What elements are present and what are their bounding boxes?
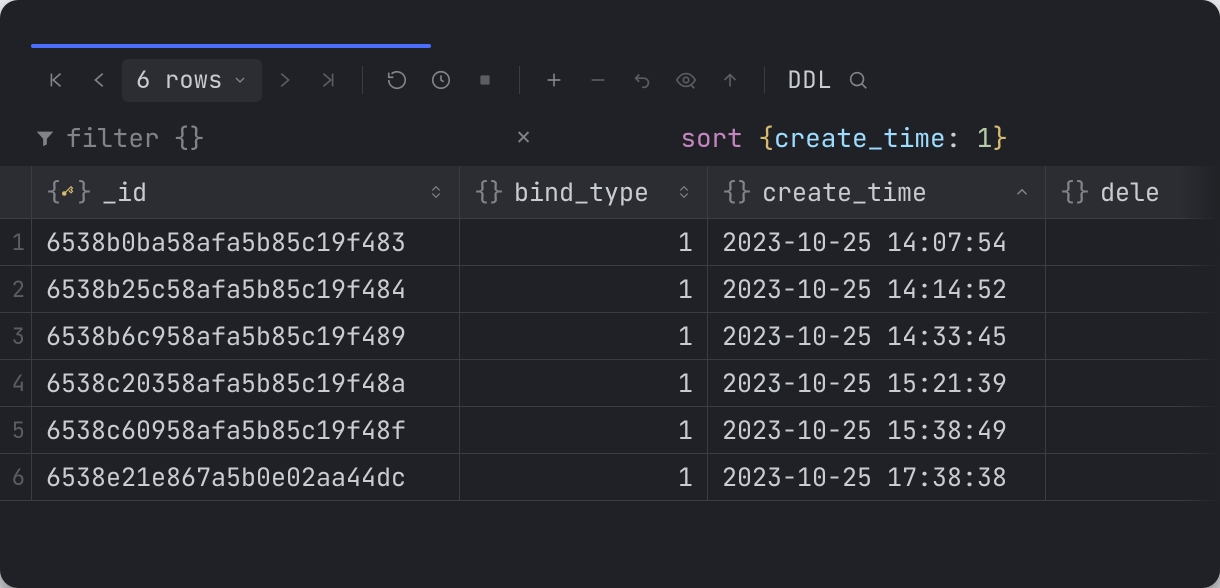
cell-delete[interactable] xyxy=(1046,360,1220,407)
sort-value: 1 xyxy=(977,120,993,155)
cell-id[interactable]: 6538b6c958afa5b85c19f489 xyxy=(32,313,460,360)
column-label: create_time xyxy=(762,175,927,209)
sort-field: create_time xyxy=(774,120,946,155)
sort-indicator-icon xyxy=(427,183,445,201)
object-icon: {} xyxy=(1060,175,1090,209)
column-header-bind-type[interactable]: {} bind_type xyxy=(460,166,708,219)
cell-bind-type[interactable]: 1 xyxy=(460,219,708,266)
chevron-down-icon xyxy=(232,65,248,96)
last-page-button[interactable] xyxy=(306,58,350,102)
cell-delete[interactable] xyxy=(1046,313,1220,360)
cell-id[interactable]: 6538c60958afa5b85c19f48f xyxy=(32,407,460,454)
cell-create-time[interactable]: 2023-10-25 14:33:45 xyxy=(708,313,1046,360)
cell-delete[interactable] xyxy=(1046,266,1220,313)
cell-delete[interactable] xyxy=(1046,454,1220,501)
brace-close: } xyxy=(992,120,1008,155)
sort-asc-icon xyxy=(1013,183,1031,201)
cell-create-time[interactable]: 2023-10-25 15:21:39 xyxy=(708,360,1046,407)
prev-page-button[interactable] xyxy=(78,58,122,102)
sort-colon: : xyxy=(946,120,977,155)
next-page-button[interactable] xyxy=(262,58,306,102)
rows-selector[interactable]: 6 rows xyxy=(122,59,262,102)
cell-id[interactable]: 6538b25c58afa5b85c19f484 xyxy=(32,266,460,313)
row-number: 4 xyxy=(0,360,32,407)
filter-icon xyxy=(30,127,60,149)
column-label: dele xyxy=(1100,175,1160,209)
toolbar-separator xyxy=(362,66,363,94)
rows-label: 6 rows xyxy=(136,65,222,96)
add-row-button[interactable] xyxy=(532,58,576,102)
object-icon: {} xyxy=(46,175,92,209)
object-icon: {} xyxy=(474,175,504,209)
reload-button[interactable] xyxy=(375,58,419,102)
cell-id[interactable]: 6538c20358afa5b85c19f48a xyxy=(32,360,460,407)
cell-create-time[interactable]: 2023-10-25 15:38:49 xyxy=(708,407,1046,454)
stop-button[interactable] xyxy=(463,58,507,102)
row-number-header xyxy=(0,166,32,219)
first-page-button[interactable] xyxy=(34,58,78,102)
cell-bind-type[interactable]: 1 xyxy=(460,266,708,313)
cell-create-time[interactable]: 2023-10-25 14:14:52 xyxy=(708,266,1046,313)
column-header-create-time[interactable]: {} create_time xyxy=(708,166,1046,219)
row-number: 1 xyxy=(0,219,32,266)
cell-id[interactable]: 6538e21e867a5b0e02aa44dc xyxy=(32,454,460,501)
row-number: 2 xyxy=(0,266,32,313)
column-header-id[interactable]: {} _id xyxy=(32,166,460,219)
db-results-panel: 6 rows xyxy=(0,0,1220,588)
cell-bind-type[interactable]: 1 xyxy=(460,454,708,501)
cell-create-time[interactable]: 2023-10-25 14:07:54 xyxy=(708,219,1046,266)
progress-bar xyxy=(31,44,431,48)
reload-scheduled-button[interactable] xyxy=(419,58,463,102)
row-number: 5 xyxy=(0,407,32,454)
cell-bind-type[interactable]: 1 xyxy=(460,360,708,407)
cell-id[interactable]: 6538b0ba58afa5b85c19f483 xyxy=(32,219,460,266)
sort-icon xyxy=(549,126,573,150)
column-label: bind_type xyxy=(514,175,649,209)
object-icon: {} xyxy=(722,175,752,209)
column-label: _id xyxy=(102,175,147,209)
sort-keyword: sort xyxy=(680,120,742,155)
column-header-delete[interactable]: {} dele xyxy=(1046,166,1220,219)
cell-create-time[interactable]: 2023-10-25 17:38:38 xyxy=(708,454,1046,501)
brace-open: { xyxy=(758,120,774,155)
filter-expression[interactable]: {} xyxy=(174,120,205,155)
filter-sort-bar: filter {} ✕ sort {create_time: 1} xyxy=(0,110,1220,166)
toolbar-separator xyxy=(519,66,520,94)
filter-label: filter xyxy=(66,120,160,155)
clear-filter-button[interactable]: ✕ xyxy=(498,122,548,153)
cell-bind-type[interactable]: 1 xyxy=(460,407,708,454)
results-table: {} _id {} bind_type {} create_time {} de… xyxy=(0,166,1220,501)
cell-bind-type[interactable]: 1 xyxy=(460,313,708,360)
cell-delete[interactable] xyxy=(1046,407,1220,454)
cell-delete[interactable] xyxy=(1046,219,1220,266)
row-number: 3 xyxy=(0,313,32,360)
row-number: 6 xyxy=(0,454,32,501)
sort-indicator-icon xyxy=(675,183,693,201)
